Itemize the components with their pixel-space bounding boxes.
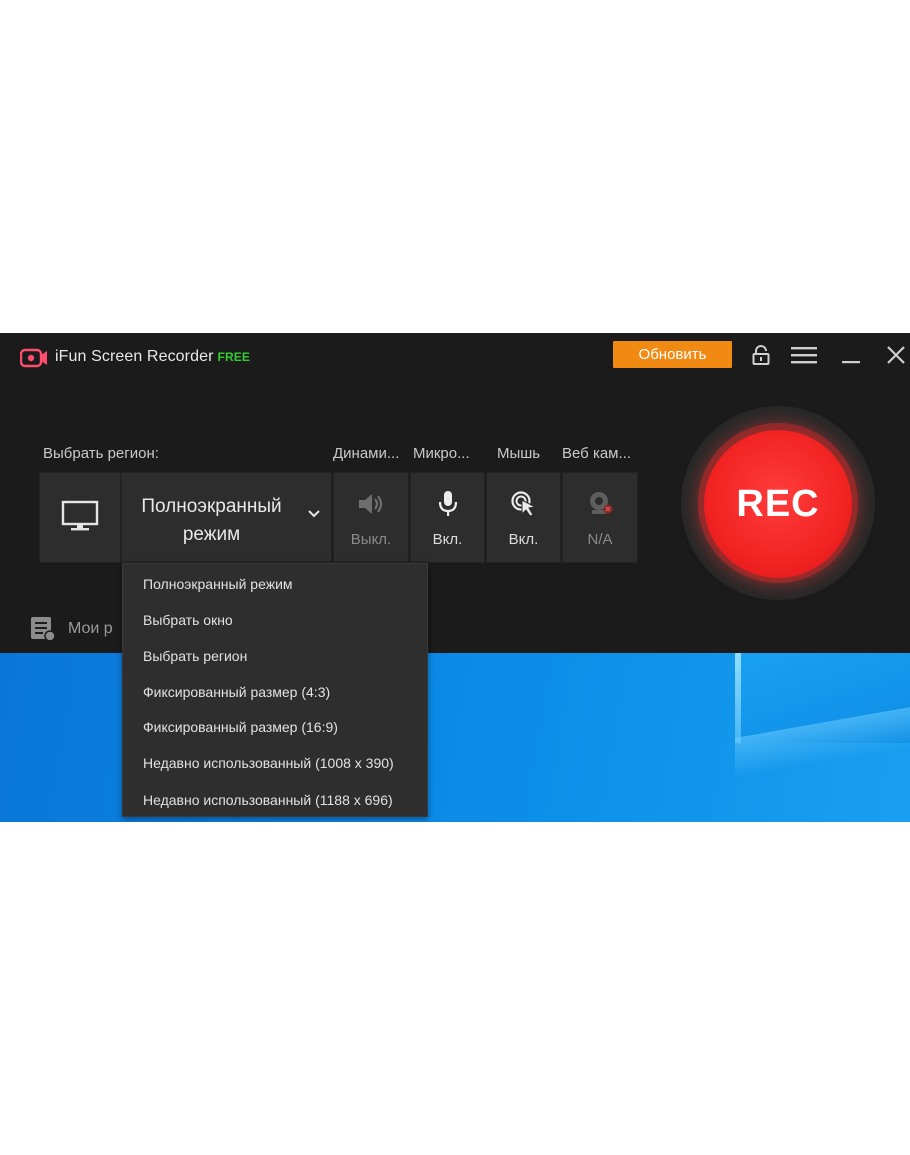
capture-mode-select[interactable]: Полноэкранный режим [121,472,332,563]
lock-icon[interactable] [748,343,774,367]
mouse-label: Мышь [497,445,541,462]
speaker-toggle[interactable]: Выкл. [333,472,409,563]
speaker-icon [334,489,408,519]
microphone-icon [411,489,484,519]
free-badge: FREE [217,350,250,364]
dropdown-item-fixed-16-9[interactable]: Фиксированный размер (16:9) [143,719,338,735]
speaker-label: Динами... [333,445,400,462]
fullscreen-monitor-button[interactable] [39,472,121,563]
screenshot-area: iFun Screen Recorder FREE Обновить Выбрат… [0,333,910,822]
my-recordings-link[interactable]: Мои р [30,616,113,642]
minimize-icon[interactable] [838,343,864,367]
dropdown-item-fullscreen[interactable]: Полноэкранный режим [143,576,293,592]
speaker-state: Выкл. [350,531,392,548]
webcam-toggle[interactable]: N/A [562,472,638,563]
webcam-label: Веб кам... [562,445,631,462]
desktop-light-beam [735,653,741,743]
capture-mode-dropdown: Полноэкранный режим Выбрать окно Выбрать… [122,563,428,817]
webcam-state: N/A [587,531,613,548]
monitor-icon [40,500,120,531]
dropdown-item-fixed-4-3[interactable]: Фиксированный размер (4:3) [143,684,330,700]
mouse-state: Вкл. [508,531,539,548]
microphone-state: Вкл. [432,531,463,548]
menu-icon[interactable] [791,343,817,367]
app-logo-icon [20,348,47,368]
dropdown-item-select-window[interactable]: Выбрать окно [143,612,233,628]
close-icon[interactable] [883,343,909,367]
microphone-toggle[interactable]: Вкл. [410,472,485,563]
upgrade-button[interactable]: Обновить [613,341,732,368]
mouse-cursor-icon [487,489,560,519]
region-label: Выбрать регион: [43,445,159,462]
capture-mode-line1: Полноэкранный [141,496,282,517]
app-title-text: iFun Screen Recorder [55,348,214,365]
microphone-label: Микро... [413,445,470,462]
dropdown-item-recent-1008x390[interactable]: Недавно использованный (1008 x 390) [143,755,394,771]
capture-mode-value: Полноэкранный режим [122,493,301,549]
recordings-list-icon [31,617,56,642]
capture-mode-line2: режим [182,524,241,545]
app-title: iFun Screen Recorder FREE [55,348,250,366]
chevron-down-icon [308,510,320,518]
webcam-icon [563,489,637,519]
dropdown-item-recent-1188x696[interactable]: Недавно использованный (1188 x 696) [143,792,393,808]
rec-button[interactable]: REC [704,430,852,578]
dropdown-item-select-region[interactable]: Выбрать регион [143,648,247,664]
mouse-toggle[interactable]: Вкл. [486,472,561,563]
my-recordings-label: Мои р [68,620,113,637]
